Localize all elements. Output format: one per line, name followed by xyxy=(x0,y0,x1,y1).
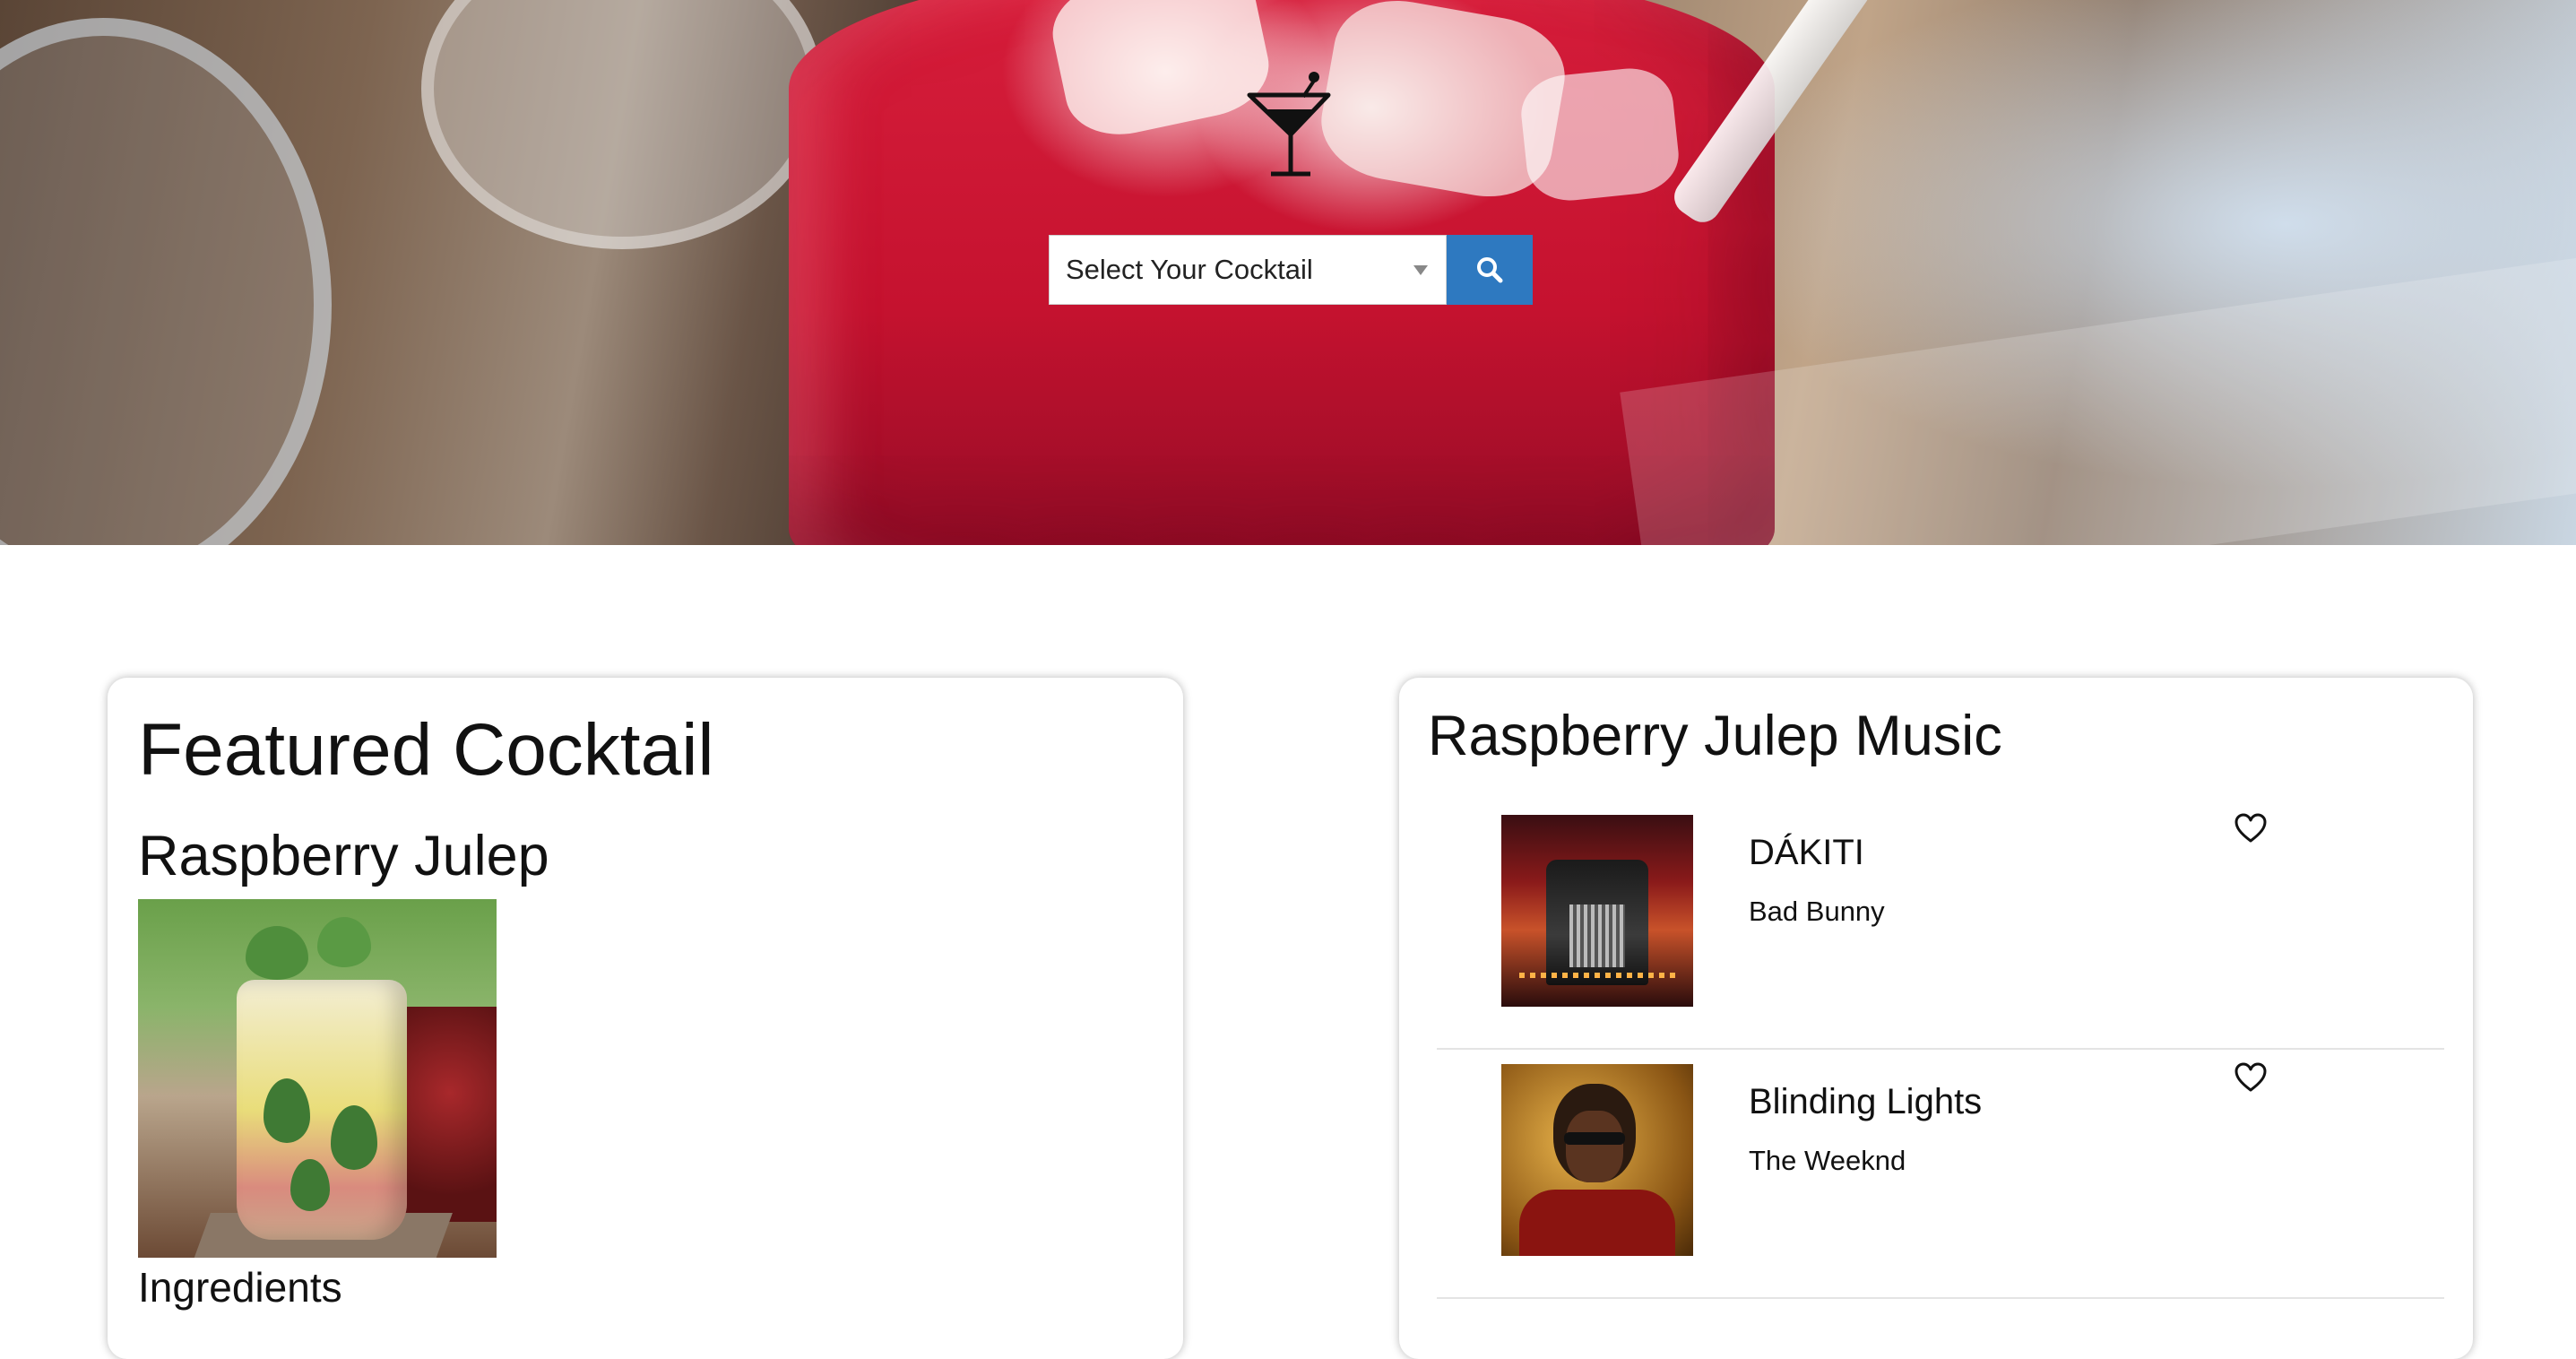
cocktail-search: Select Your Cocktail xyxy=(1049,235,1533,305)
background-ice xyxy=(1517,64,1682,205)
album-art-grille xyxy=(1569,905,1625,967)
track-item[interactable]: Blinding Lights The Weeknd xyxy=(1437,1050,2444,1299)
cocktail-select-value: Select Your Cocktail xyxy=(1066,254,1313,285)
image-mint-sprig xyxy=(317,917,371,967)
search-button[interactable] xyxy=(1447,235,1533,305)
track-title: Blinding Lights xyxy=(1749,1082,1983,1121)
music-heading: Raspberry Julep Music xyxy=(1428,705,2002,767)
album-art xyxy=(1501,1064,1693,1256)
featured-cocktail-card: Featured Cocktail Raspberry Julep Ingred… xyxy=(108,678,1183,1359)
featured-heading: Featured Cocktail xyxy=(138,709,714,791)
cocktail-name: Raspberry Julep xyxy=(138,825,549,887)
hero-banner: Select Your Cocktail xyxy=(0,0,2576,545)
track-item[interactable]: DÁKITI Bad Bunny xyxy=(1437,801,2444,1050)
album-art xyxy=(1501,815,1693,1007)
cocktail-glass-icon[interactable] xyxy=(1244,70,1334,177)
background-glass xyxy=(0,18,332,545)
chevron-down-icon xyxy=(1413,264,1428,275)
music-card: Raspberry Julep Music DÁKITI Bad Bunny B… xyxy=(1399,678,2473,1359)
heart-icon[interactable] xyxy=(2235,813,2267,844)
search-icon xyxy=(1477,257,1503,283)
album-art-glasses xyxy=(1564,1132,1625,1145)
cocktail-select[interactable]: Select Your Cocktail xyxy=(1049,235,1447,305)
album-art-jacket xyxy=(1519,1190,1675,1256)
heart-icon[interactable] xyxy=(2235,1062,2267,1093)
track-artist: Bad Bunny xyxy=(1749,896,1885,927)
ingredients-heading: Ingredients xyxy=(138,1264,342,1311)
album-art-lights xyxy=(1519,973,1675,978)
cocktail-image xyxy=(138,899,497,1258)
track-title: DÁKITI xyxy=(1749,833,1864,872)
album-art-face xyxy=(1566,1111,1623,1182)
image-mint-sprig xyxy=(246,926,308,980)
track-artist: The Weeknd xyxy=(1749,1145,1906,1176)
background-glass-rim xyxy=(421,0,823,249)
